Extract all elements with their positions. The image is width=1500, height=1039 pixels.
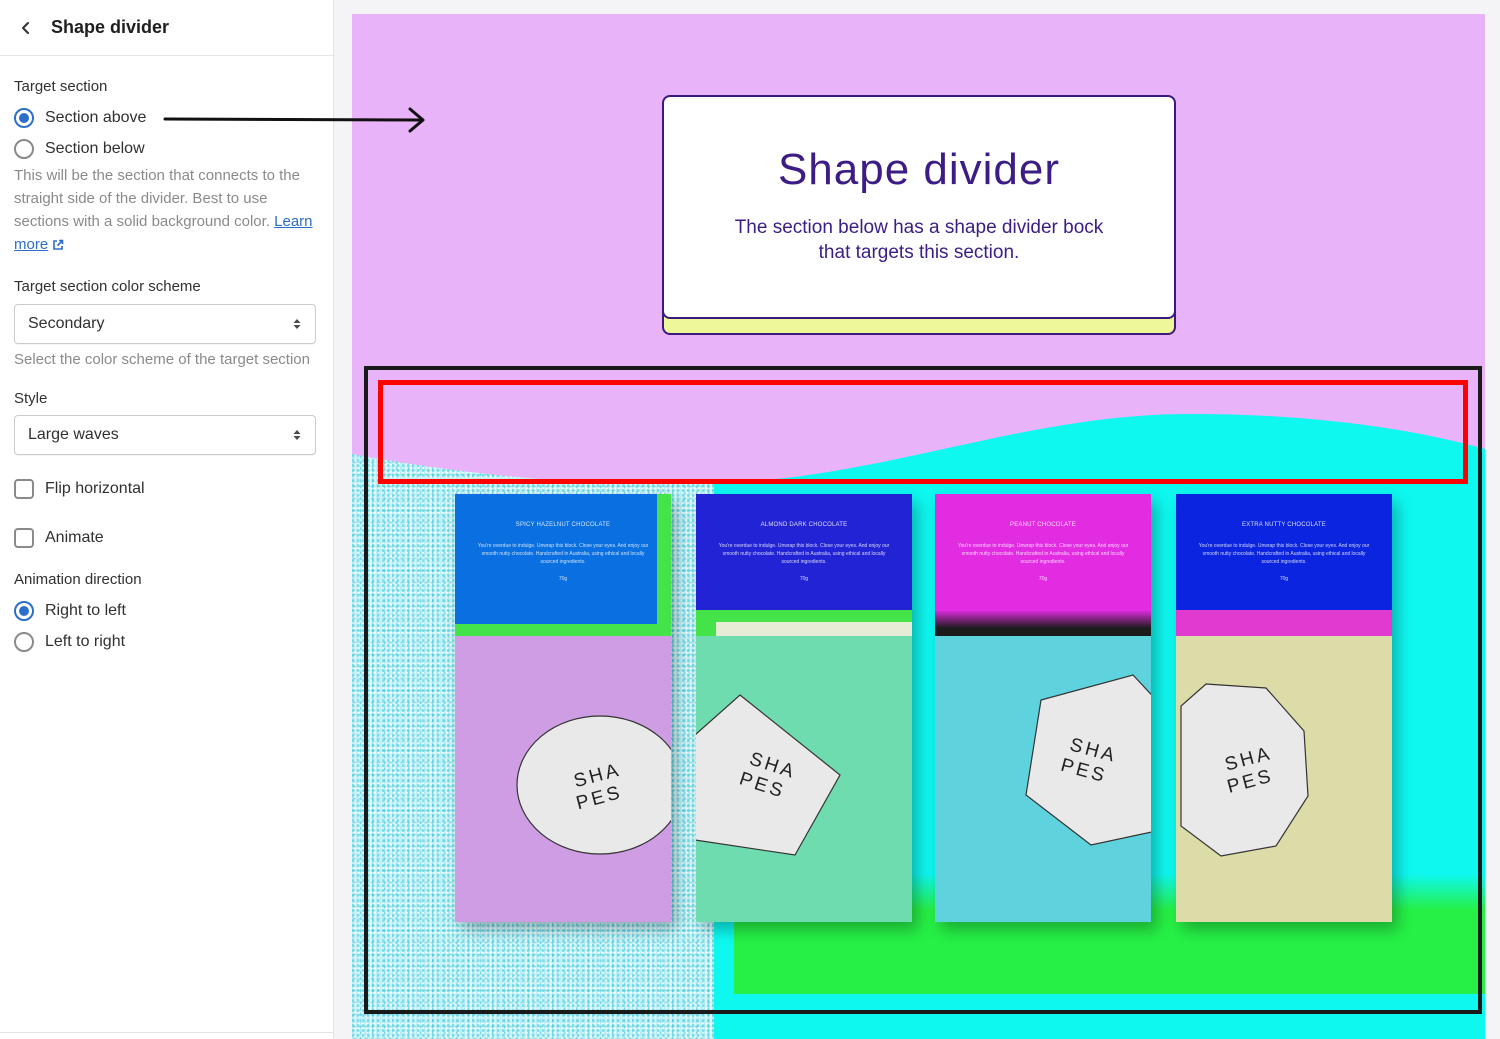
chevron-left-icon [22,21,29,34]
product-card[interactable]: SPICY HAZELNUT CHOCOLATE You're overdue t… [455,494,671,922]
product-stripe [1176,610,1392,636]
select-value: Secondary [28,315,105,332]
shape-label-icon: SHAPES [516,715,671,855]
flip-horizontal-checkbox[interactable]: Flip horizontal [14,473,319,504]
product-card[interactable]: PEANUT CHOCOLATE You're overdue to indulg… [935,494,1151,922]
radio-section-below[interactable]: Section below [14,133,319,164]
product-wrapper-top: SPICY HAZELNUT CHOCOLATE You're overdue t… [455,494,671,636]
shape-label-icon: SHAPES [696,694,841,856]
hero-title: Shape divider [777,145,1061,194]
hero-subtitle: The section below has a shape divider bo… [734,217,1104,263]
product-card[interactable]: ALMOND DARK CHOCOLATE You're overdue to i… [696,494,912,922]
store-preview: Shape divider The section below has a sh… [352,14,1485,1039]
color-scheme-help: Select the color scheme of the target se… [14,351,310,368]
select-arrows-icon [293,319,301,329]
product-description: You're overdue to indulge. Unwrap this b… [1198,543,1370,565]
section-below: SPICY HAZELNUT CHOCOLATE You're overdue t… [352,374,1485,1039]
shape-label-icon: SHAPES [1180,683,1309,857]
product-weight: 70g [799,576,809,582]
product-description: You're overdue to indulge. Unwrap this b… [957,543,1129,565]
radio-left-to-right[interactable]: Left to right [14,626,319,657]
product-wrapper-top: EXTRA NUTTY CHOCOLATE You're overdue to i… [1176,494,1392,636]
radio-unchecked-icon[interactable] [14,138,34,159]
radio-unchecked-icon[interactable] [14,631,34,652]
product-weight: 70g [1279,576,1289,582]
product-weight: 70g [1038,576,1048,582]
radio-checked-icon[interactable] [14,107,34,128]
product-description: You're overdue to indulge. Unwrap this b… [477,543,649,565]
radio-label: Section below [45,139,145,157]
checkbox-label: Flip horizontal [45,479,145,497]
target-section-label: Target section [14,78,108,95]
product-wrapper-top: PEANUT CHOCOLATE You're overdue to indulg… [935,494,1151,636]
style-label: Style [14,390,48,407]
sidebar-body: Target section Section above Section bel… [0,56,333,657]
sidebar-footer-divider [0,1032,334,1033]
select-value: Large waves [28,426,119,443]
product-name: EXTRA NUTTY CHOCOLATE [1242,522,1326,528]
radio-label: Section above [45,108,147,126]
product-wrapper-top: ALMOND DARK CHOCOLATE You're overdue to i… [696,494,912,636]
sidebar-header: Shape divider [0,0,333,56]
style-select[interactable]: Large waves [14,415,316,455]
animate-checkbox[interactable]: Animate [14,522,319,553]
color-scheme-select[interactable]: Secondary [14,304,316,344]
target-section-help: This will be the section that connects t… [14,164,314,256]
radio-right-to-left[interactable]: Right to left [14,595,319,626]
external-link-icon[interactable] [52,239,64,251]
radio-section-above[interactable]: Section above [14,102,319,133]
product-wrapper-body: SHA PES [1176,636,1392,922]
product-wrapper-body: SHA PES [935,636,1151,922]
product-wrapper-body: SHA PES [455,636,671,922]
product-stripe [935,610,1151,636]
product-description: You're overdue to indulge. Unwrap this b… [718,543,890,565]
radio-label: Right to left [45,601,126,619]
product-name: ALMOND DARK CHOCOLATE [760,522,848,528]
radio-label: Left to right [45,632,126,650]
product-name: PEANUT CHOCOLATE [1010,522,1076,528]
hero-card: Shape divider The section below has a sh… [662,95,1176,337]
radio-checked-icon[interactable] [14,600,34,621]
product-weight: 70g [558,576,568,582]
hero-card-content: Shape divider The section below has a sh… [662,95,1176,319]
product-wrapper-body: SHA PES [696,636,912,922]
shape-divider-wave [352,374,1485,485]
checkbox-unchecked-icon[interactable] [14,478,34,499]
color-scheme-label: Target section color scheme [14,278,201,295]
checkbox-unchecked-icon[interactable] [14,527,34,548]
help-text: This will be the section that connects t… [14,167,300,230]
checkbox-label: Animate [45,528,104,546]
product-stripe-bottom [455,624,671,636]
product-stripe [657,494,671,636]
shape-label-icon: SHAPES [1025,674,1151,846]
product-card[interactable]: EXTRA NUTTY CHOCOLATE You're overdue to i… [1176,494,1392,922]
sidebar-title: Shape divider [51,17,170,37]
settings-sidebar: Shape divider Target section Section abo… [0,0,334,1039]
product-name: SPICY HAZELNUT CHOCOLATE [515,522,611,528]
product-stripe-light [716,622,912,636]
animation-direction-label: Animation direction [14,571,142,588]
back-button[interactable] [14,16,38,40]
select-arrows-icon [293,430,301,440]
